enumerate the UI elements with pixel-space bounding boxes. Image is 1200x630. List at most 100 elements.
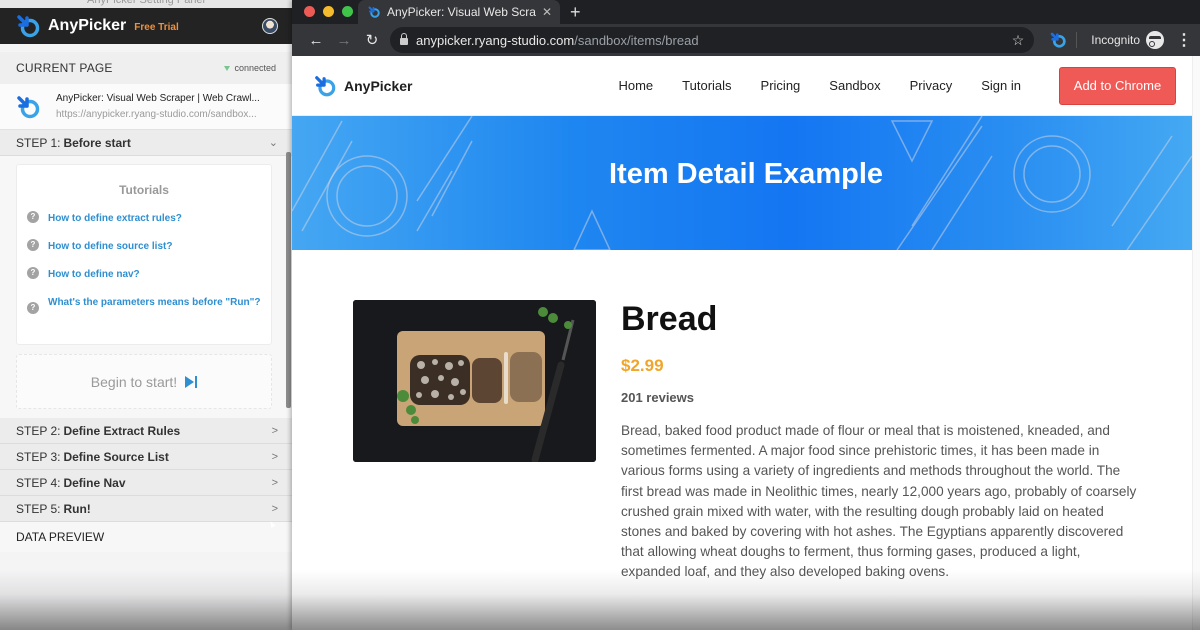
step-1-header[interactable]: STEP 1: Before start ⌄	[0, 130, 292, 156]
site-logo-icon[interactable]	[314, 75, 336, 97]
back-arrow-icon[interactable]: ←	[302, 32, 330, 49]
panel-window-title: AnyPicker Setting Panel	[86, 0, 205, 6]
free-trial-badge[interactable]: Free Trial	[134, 22, 178, 33]
product-detail: Bread $2.99 201 reviews Bread, baked foo…	[292, 250, 1200, 630]
step-2-header[interactable]: STEP 2: Define Extract Rules >	[0, 418, 292, 444]
step-name: Run!	[63, 501, 91, 516]
close-window-button[interactable]	[304, 6, 315, 17]
hero-title: Item Detail Example	[609, 158, 883, 190]
tutorial-item: ? How to define nav?	[27, 267, 261, 282]
chevron-down-icon: ⌄	[268, 137, 278, 149]
browser-toolbar: ← → ↻ anypicker.ryang-studio.com /sandbo…	[292, 24, 1200, 56]
minimize-window-button[interactable]	[323, 6, 334, 17]
step-prefix: STEP 5:	[16, 501, 61, 516]
current-page-title: AnyPicker: Visual Web Scraper | Web Craw…	[56, 93, 260, 104]
site-navbar: AnyPicker Home Tutorials Pricing Sandbox…	[292, 56, 1200, 116]
product-name: Bread	[621, 300, 718, 338]
chevron-right-icon: >	[271, 424, 278, 437]
step-prefix: STEP 2:	[16, 423, 61, 438]
begin-to-start-button[interactable]: Begin to start!	[16, 354, 272, 409]
current-page-info: AnyPicker: Visual Web Scraper | Web Craw…	[0, 84, 292, 130]
url-host: anypicker.ryang-studio.com	[416, 32, 575, 48]
anypicker-settings-panel: AnyPicker Setting Panel AnyPicker Free T…	[0, 0, 292, 630]
url-path: /sandbox/items/bread	[574, 32, 699, 48]
data-preview-label: DATA PREVIEW	[16, 530, 105, 544]
browser-window: AnyPicker: Visual Web Scraper ✕ + ← → ↻ …	[292, 0, 1200, 630]
deco-triangle	[890, 120, 934, 163]
help-icon: ?	[27, 302, 39, 314]
deco-triangle	[573, 209, 611, 250]
tutorial-item: ? What's the parameters means before "Ru…	[27, 295, 261, 314]
tutorials-title: Tutorials	[119, 183, 169, 197]
hero-banner: Item Detail Example	[292, 116, 1200, 250]
user-avatar[interactable]	[262, 18, 278, 34]
tab-title: AnyPicker: Visual Web Scraper	[387, 5, 536, 19]
panel-brand: AnyPicker	[48, 17, 127, 34]
wifi-icon	[224, 65, 231, 71]
bread-slice	[510, 352, 542, 402]
step-name: Define Source List	[63, 449, 169, 464]
lock-icon	[400, 33, 408, 45]
page-favicon-icon	[17, 95, 40, 118]
browser-tab-active[interactable]: AnyPicker: Visual Web Scraper ✕	[358, 0, 560, 24]
step-prefix: STEP 3:	[16, 449, 61, 464]
chevron-right-icon: >	[271, 450, 278, 463]
step-prefix: STEP 1:	[16, 135, 61, 150]
begin-label: Begin to start!	[90, 373, 178, 390]
current-page-url: https://anypicker.ryang-studio.com/sandb…	[56, 109, 257, 120]
step-3-header[interactable]: STEP 3: Define Source List >	[0, 444, 292, 470]
bookmark-star-icon[interactable]: ☆	[1012, 32, 1025, 49]
nav-link-pricing[interactable]: Pricing	[761, 78, 801, 93]
incognito-icon[interactable]	[1146, 31, 1164, 49]
page-scrollbar[interactable]	[1192, 56, 1200, 630]
close-tab-icon[interactable]: ✕	[542, 5, 552, 19]
site-nav-links: Home Tutorials Pricing Sandbox Privacy S…	[618, 78, 1021, 93]
product-image	[353, 300, 596, 462]
chevron-right-icon: >	[271, 502, 278, 515]
connection-status: connected	[224, 63, 276, 73]
step-name: Before start	[63, 135, 131, 150]
tutorials-card: Tutorials ? How to define extract rules?…	[16, 164, 272, 345]
tutorial-item: ? How to define extract rules?	[27, 211, 261, 226]
reload-icon[interactable]: ↻	[358, 31, 386, 49]
bread-slice	[472, 358, 502, 403]
panel-scrollbar[interactable]	[286, 152, 291, 408]
nav-link-sign-in[interactable]: Sign in	[981, 78, 1021, 93]
panel-header: AnyPicker Free Trial	[0, 8, 292, 44]
step-name: Define Extract Rules	[63, 423, 181, 438]
help-icon: ?	[27, 239, 39, 251]
help-icon: ?	[27, 211, 39, 223]
tutorial-link[interactable]: How to define nav?	[48, 267, 140, 282]
nav-link-privacy[interactable]: Privacy	[910, 78, 953, 93]
current-page-label: CURRENT PAGE	[16, 61, 113, 75]
product-reviews[interactable]: 201 reviews	[621, 390, 694, 405]
anypicker-logo-icon	[17, 15, 40, 38]
nav-link-tutorials[interactable]: Tutorials	[682, 78, 731, 93]
site-brand[interactable]: AnyPicker	[344, 78, 412, 94]
step-5-header[interactable]: STEP 5: Run! >	[0, 496, 292, 522]
tutorial-link[interactable]: What's the parameters means before "Run"…	[48, 295, 260, 310]
tab-favicon-icon	[368, 6, 380, 18]
forward-arrow-icon[interactable]: →	[330, 32, 358, 49]
product-price: $2.99	[621, 356, 664, 375]
step-4-header[interactable]: STEP 4: Define Nav >	[0, 470, 292, 496]
tutorial-link[interactable]: How to define source list?	[48, 239, 172, 254]
product-description: Bread, baked food product made of flour …	[621, 423, 1137, 580]
bread-photo	[353, 300, 596, 462]
more-menu-icon[interactable]: ⋮	[1176, 30, 1192, 50]
anypicker-extension-icon[interactable]	[1050, 32, 1066, 48]
current-page-header: CURRENT PAGE connected	[0, 52, 292, 84]
connection-status-text: connected	[234, 63, 276, 73]
address-bar[interactable]: anypicker.ryang-studio.com /sandbox/item…	[390, 27, 1035, 53]
nav-link-home[interactable]: Home	[618, 78, 653, 93]
incognito-label: Incognito	[1091, 33, 1140, 47]
tab-bar: AnyPicker: Visual Web Scraper ✕ +	[292, 0, 1200, 24]
data-preview-section: DATA PREVIEW	[0, 522, 292, 552]
play-next-icon	[185, 375, 198, 388]
new-tab-button[interactable]: +	[570, 2, 581, 23]
add-to-chrome-button[interactable]: Add to Chrome	[1059, 66, 1176, 105]
chevron-right-icon: >	[271, 476, 278, 489]
tutorial-link[interactable]: How to define extract rules?	[48, 211, 182, 226]
maximize-window-button[interactable]	[342, 6, 353, 17]
nav-link-sandbox[interactable]: Sandbox	[829, 78, 880, 93]
